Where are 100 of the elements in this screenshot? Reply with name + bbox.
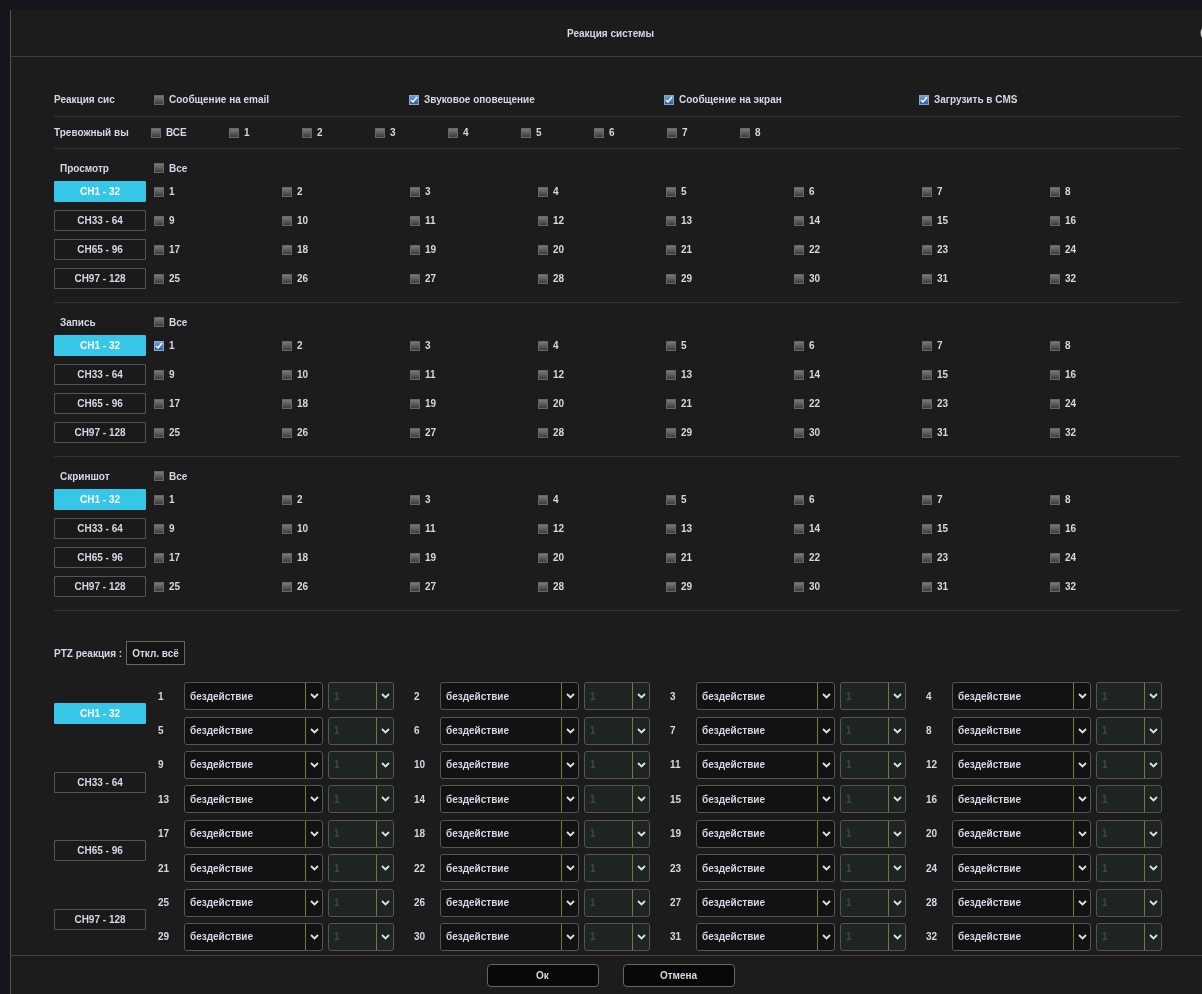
range-tab[interactable]: CH97 - 128: [54, 268, 146, 289]
range-tab[interactable]: CH33 - 64: [54, 771, 146, 793]
checkbox[interactable]: [410, 244, 420, 255]
checkbox[interactable]: [1050, 340, 1060, 351]
checkbox[interactable]: [154, 340, 164, 351]
checkbox[interactable]: [794, 494, 804, 505]
checkbox[interactable]: [794, 273, 804, 284]
range-tab[interactable]: CH65 - 96: [54, 840, 146, 862]
checkbox[interactable]: [282, 523, 292, 534]
checkbox[interactable]: [154, 163, 164, 173]
checkbox[interactable]: [1050, 273, 1060, 284]
checkbox[interactable]: [410, 552, 420, 563]
checkbox[interactable]: [794, 398, 804, 409]
checkbox[interactable]: [794, 215, 804, 226]
checkbox[interactable]: [794, 340, 804, 351]
checkbox[interactable]: [154, 244, 164, 255]
checkbox[interactable]: [410, 494, 420, 505]
checkbox[interactable]: [302, 127, 312, 138]
checkbox[interactable]: [410, 398, 420, 409]
checkbox[interactable]: [794, 244, 804, 255]
checkbox[interactable]: [1050, 581, 1060, 592]
checkbox[interactable]: [538, 186, 548, 197]
checkbox[interactable]: [666, 427, 676, 438]
checkbox[interactable]: [538, 494, 548, 505]
checkbox[interactable]: [154, 186, 164, 197]
checkbox[interactable]: [740, 127, 750, 138]
checkbox[interactable]: [375, 127, 385, 138]
checkbox[interactable]: [410, 186, 420, 197]
checkbox[interactable]: [922, 340, 932, 351]
range-tab[interactable]: CH97 - 128: [54, 909, 146, 931]
checkbox[interactable]: [666, 215, 676, 226]
checkbox[interactable]: [667, 127, 677, 138]
checkbox[interactable]: [1050, 552, 1060, 563]
checkbox[interactable]: [666, 244, 676, 255]
checkbox[interactable]: [410, 369, 420, 380]
checkbox[interactable]: [922, 215, 932, 226]
range-tab[interactable]: CH97 - 128: [54, 576, 146, 597]
checkbox[interactable]: [1050, 215, 1060, 226]
checkbox[interactable]: [922, 523, 932, 534]
checkbox[interactable]: [1050, 244, 1060, 255]
checkbox[interactable]: [794, 523, 804, 534]
checkbox[interactable]: [282, 186, 292, 197]
checkbox[interactable]: [154, 215, 164, 226]
checkbox[interactable]: [282, 273, 292, 284]
checkbox[interactable]: [794, 581, 804, 592]
checkbox[interactable]: [794, 369, 804, 380]
checkbox[interactable]: [538, 340, 548, 351]
checkbox[interactable]: [282, 427, 292, 438]
checkbox[interactable]: [1050, 186, 1060, 197]
checkbox[interactable]: [521, 127, 531, 138]
checkbox[interactable]: [154, 369, 164, 380]
checkbox[interactable]: [538, 244, 548, 255]
checkbox[interactable]: [154, 398, 164, 409]
checkbox[interactable]: [282, 340, 292, 351]
checkbox[interactable]: [154, 471, 164, 481]
checkbox[interactable]: [154, 552, 164, 563]
checkbox[interactable]: [154, 273, 164, 284]
checkbox[interactable]: [410, 215, 420, 226]
checkbox[interactable]: [538, 398, 548, 409]
ok-button[interactable]: Ок: [486, 963, 599, 987]
range-tab[interactable]: CH65 - 96: [54, 393, 146, 414]
checkbox[interactable]: [922, 494, 932, 505]
checkbox[interactable]: [666, 552, 676, 563]
checkbox[interactable]: [282, 581, 292, 592]
checkbox[interactable]: [154, 581, 164, 592]
checkbox[interactable]: [538, 523, 548, 534]
checkbox[interactable]: [154, 523, 164, 534]
checkbox[interactable]: [922, 369, 932, 380]
checkbox[interactable]: [154, 494, 164, 505]
range-tab[interactable]: CH97 - 128: [54, 422, 146, 443]
checkbox[interactable]: [538, 581, 548, 592]
checkbox[interactable]: [538, 427, 548, 438]
range-tab[interactable]: CH33 - 64: [54, 364, 146, 385]
checkbox[interactable]: [229, 127, 239, 138]
checkbox[interactable]: [664, 94, 674, 105]
checkbox[interactable]: [282, 398, 292, 409]
checkbox[interactable]: [538, 552, 548, 563]
checkbox[interactable]: [922, 581, 932, 592]
checkbox[interactable]: [922, 273, 932, 284]
checkbox[interactable]: [666, 369, 676, 380]
checkbox[interactable]: [1050, 494, 1060, 505]
checkbox[interactable]: [154, 317, 164, 327]
checkbox[interactable]: [666, 186, 676, 197]
checkbox[interactable]: [538, 215, 548, 226]
checkbox[interactable]: [794, 186, 804, 197]
range-tab[interactable]: CH33 - 64: [54, 210, 146, 231]
checkbox[interactable]: [538, 273, 548, 284]
checkbox[interactable]: [922, 427, 932, 438]
checkbox[interactable]: [410, 523, 420, 534]
checkbox[interactable]: [922, 186, 932, 197]
checkbox[interactable]: [1050, 523, 1060, 534]
checkbox[interactable]: [794, 427, 804, 438]
range-tab[interactable]: CH65 - 96: [54, 547, 146, 568]
checkbox[interactable]: [794, 552, 804, 563]
cancel-button[interactable]: Отмена: [622, 963, 735, 987]
checkbox[interactable]: [410, 340, 420, 351]
checkbox[interactable]: [410, 581, 420, 592]
checkbox[interactable]: [919, 94, 929, 105]
checkbox[interactable]: [666, 581, 676, 592]
checkbox[interactable]: [282, 215, 292, 226]
